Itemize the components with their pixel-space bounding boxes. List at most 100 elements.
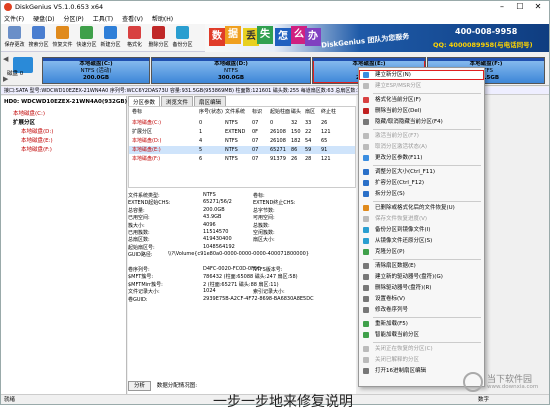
- ad-banner[interactable]: 数 据 丢 失 怎 么 办 DiskGenius 团队为您服务 400-008-…: [205, 24, 549, 52]
- tab-sector-edit[interactable]: 扇区编辑: [194, 96, 227, 106]
- table-row[interactable]: 本地磁盘(E:) 5 NTFS 07 65271 86 59 91: [129, 146, 355, 154]
- partition-block-d[interactable]: 本地磁盘(D:) NTFS 300.0GB: [151, 57, 311, 84]
- close-button[interactable]: ✕: [529, 1, 547, 13]
- table-cell: 终止柱: [321, 109, 337, 115]
- tree-item[interactable]: 扩展分区: [13, 118, 35, 126]
- context-menu-item[interactable]: 已删除或格式化后的文件恢复(U): [359, 203, 484, 213]
- context-menu-item[interactable]: 清除扇区数据(E): [359, 261, 484, 271]
- menu-item-label: 清除扇区数据(E): [375, 263, 416, 269]
- detail-field: 1048564192: [203, 243, 235, 250]
- table-cell: EXTEND: [225, 129, 246, 135]
- menu-view[interactable]: 查看(V): [122, 14, 143, 23]
- detail-field: 总字节数:: [253, 207, 275, 214]
- context-menu-item[interactable]: 调整分区大小(Ctrl_F11): [359, 167, 484, 177]
- context-menu-item[interactable]: 重新加载(F5): [359, 319, 484, 329]
- menu-item-label: 建立ESP/MSR分区: [375, 83, 422, 89]
- tab-browse-files[interactable]: 浏览文件: [161, 96, 194, 106]
- toolbar-button[interactable]: 快速分区: [75, 26, 98, 48]
- table-row[interactable]: 本地磁盘(C:) 0 NTFS 07 0 32 33 26: [129, 119, 355, 127]
- context-menu-item[interactable]: 设置卷标(V): [359, 294, 484, 304]
- table-cell: NTFS: [225, 156, 238, 162]
- context-menu-item: 保存文件恢复进度(V): [359, 214, 484, 224]
- toolbar-button[interactable]: 保存更改: [3, 26, 26, 48]
- context-menu-item[interactable]: 建立新的驱动器号(盘符)(G): [359, 272, 484, 282]
- context-menu-item[interactable]: 克隆分区(P): [359, 247, 484, 257]
- context-menu-item[interactable]: 隐藏/取消隐藏当前分区(F4): [359, 117, 484, 127]
- menu-tools[interactable]: 工具(T): [93, 14, 113, 23]
- detail-field: 文件系统类型:: [128, 193, 160, 199]
- detail-field: 卷GUID:: [128, 296, 148, 303]
- toolbar-button[interactable]: 搜索分区: [27, 26, 50, 48]
- tree-item[interactable]: 本地磁盘(C:): [13, 109, 45, 117]
- analyze-button[interactable]: 分析: [128, 381, 152, 391]
- menu-disk[interactable]: 硬盘(D): [33, 14, 54, 23]
- context-menu-item: 关闭已解释的分区: [359, 355, 484, 365]
- menu-item-label: 设置卷标(V): [375, 296, 406, 302]
- menu-help[interactable]: 帮助(H): [152, 14, 173, 23]
- context-menu-item[interactable]: 拆分分区(S): [359, 189, 484, 199]
- menu-item-label: 隐藏/取消隐藏当前分区(F4): [375, 119, 443, 125]
- table-cell: 65: [321, 138, 328, 144]
- tree-item[interactable]: 本地磁盘(F:): [21, 145, 52, 153]
- toolbar-button[interactable]: 恢复文件: [51, 26, 74, 48]
- table-cell: 本地磁盘(D:): [132, 138, 162, 144]
- context-menu-item[interactable]: 扩容分区(Ctrl_F12): [359, 178, 484, 188]
- context-menu-item[interactable]: 更改分区参数(F11): [359, 153, 484, 163]
- menu-file[interactable]: 文件(F): [4, 14, 24, 23]
- toolbar-button[interactable]: 备份分区: [171, 26, 194, 48]
- context-menu-item[interactable]: 从镜像文件还原分区(S): [359, 236, 484, 246]
- context-menu-item[interactable]: 建立新分区(N): [359, 70, 484, 80]
- table-row[interactable]: 本地磁盘(F:) 6 NTFS 07 91379 26 28 121: [129, 155, 355, 163]
- detail-field: 卷标:: [253, 193, 265, 199]
- detail-field: 扇区大小:: [253, 237, 275, 244]
- context-menu-item[interactable]: 备份分区到镜像文件(I): [359, 225, 484, 235]
- menu-item-icon: [363, 263, 369, 269]
- table-cell: 标识: [252, 109, 263, 115]
- menu-partition[interactable]: 分区(P): [63, 14, 83, 23]
- menu-item-label: 已删除或格式化后的文件恢复(U): [375, 205, 455, 211]
- menu-item-label: 扩容分区(Ctrl_F12): [375, 180, 424, 186]
- banner-char: 失: [257, 26, 273, 44]
- table-cell: 26: [291, 156, 298, 162]
- tab-partition-params[interactable]: 分区参数: [128, 96, 161, 106]
- table-cell: 22: [305, 129, 312, 135]
- toolbar-label: 新建分区: [100, 42, 121, 48]
- table-cell: 07: [252, 138, 259, 144]
- table-cell: 扇区: [305, 109, 316, 115]
- table-row[interactable]: 扩展分区 1 EXTEND 0F 26108 150 22 121: [129, 128, 355, 136]
- detail-field: 419430400: [203, 236, 232, 243]
- toolbar-button[interactable]: 删除分区: [147, 26, 170, 48]
- watermark-url: www.downxia.com: [487, 384, 539, 390]
- menu-item-label: 激活当前分区(F7): [375, 133, 419, 139]
- context-menu-item[interactable]: 删除驱动器号(盘符)(R): [359, 283, 484, 293]
- menu-item-icon: [363, 249, 369, 255]
- table-header[interactable]: 卷标 序号(状态) 文件系统 标识 起始柱面 磁头 扇区 终止柱: [129, 108, 355, 116]
- status-text: 就绪: [4, 397, 16, 403]
- context-menu-item[interactable]: 智能加载当前分区: [359, 330, 484, 340]
- table-cell: 91: [321, 147, 328, 153]
- maximize-button[interactable]: ☐: [511, 1, 529, 13]
- table-row[interactable]: 本地磁盘(D:) 4 NTFS 07 26108 182 54 65: [129, 137, 355, 145]
- partition-block-c[interactable]: 本地磁盘(C:) NTFS (活动) 200.0GB: [42, 57, 150, 84]
- context-menu-item[interactable]: 格式化当前分区(F): [359, 95, 484, 105]
- context-menu-item[interactable]: 修改卷序列号: [359, 305, 484, 315]
- minimize-button[interactable]: –: [493, 1, 511, 13]
- toolbar-icon: [128, 26, 141, 39]
- disk-label: 磁盘 0: [7, 71, 24, 77]
- menu-separator: [373, 129, 481, 130]
- tree-item[interactable]: 本地磁盘(D:): [21, 127, 53, 135]
- context-menu-item[interactable]: 删除当前分区(Del): [359, 106, 484, 116]
- detail-field: 空闲簇数:: [253, 230, 275, 236]
- table-cell: 磁头: [291, 109, 302, 115]
- toolbar-button[interactable]: 格式化: [123, 26, 146, 48]
- tree-root[interactable]: HD0: WDCWD10EZEX-21WN4A0(932GB): [4, 99, 127, 105]
- menu-item-label: 备份分区到镜像文件(I): [375, 227, 431, 233]
- tree-item[interactable]: 本地磁盘(E:): [21, 136, 53, 144]
- table-cell: 07: [252, 156, 259, 162]
- toolbar-button[interactable]: 新建分区: [99, 26, 122, 48]
- prev-disk-button[interactable]: ◀: [3, 55, 8, 63]
- table-cell: 26108: [270, 138, 286, 144]
- analysis-row: 分析 数据分配情况图:: [128, 381, 197, 391]
- detail-field: 簇大小:: [128, 222, 145, 229]
- detail-field: 索引记录大小:: [253, 289, 285, 296]
